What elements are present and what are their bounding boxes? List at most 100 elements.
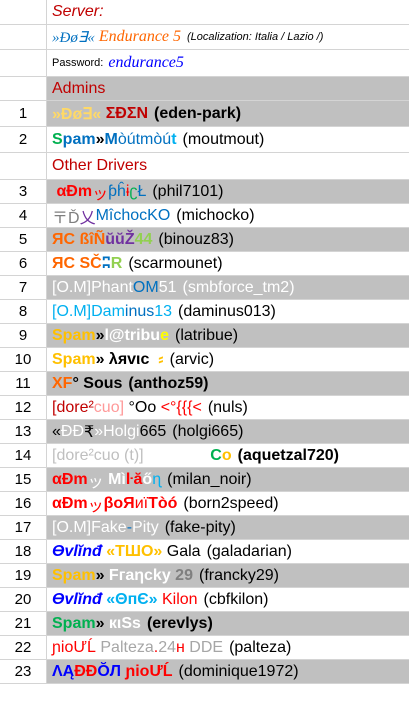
driver-login: (holgi665) [172, 422, 244, 440]
driver-row: 11 ΧF ° Sous (anthoz59) [0, 372, 409, 396]
server-name-cell[interactable]: »Ðø∃« Endurance 5 (Localization: Italia … [47, 25, 409, 49]
driver-tag-part: ƯĹ [73, 638, 96, 656]
row-number [0, 25, 47, 49]
driver-cell[interactable]: αÐm ッ βoЯ иï Tòó (born2speed) [47, 492, 409, 515]
driver-tag-part: Tòó [148, 494, 178, 512]
driver-login: (eden-park) [154, 104, 242, 122]
driver-tag-part: OM [132, 278, 159, 296]
driver-cell[interactable]: αÐm ッ ƥĥ ɨ ʗ Ł (phil7101) [47, 180, 409, 203]
driver-cell[interactable]: Spam» кιSs (erevlys) [47, 612, 409, 635]
password-cell[interactable]: Password: endurance5 [47, 50, 409, 76]
driver-tag-part: ch [113, 206, 131, 224]
driver-cell[interactable]: Ɵvlĭnđ «ΘпЄ» Kilon (cbfkilon) [47, 588, 409, 611]
driver-tag-part: Fгaηcky [108, 566, 171, 584]
driver-tag-part: Quetzal [143, 446, 211, 464]
driver-tag-part: [O.M] [52, 302, 92, 320]
driver-tag-part: ₹ [84, 423, 95, 441]
driver-tag-part: 13 [154, 302, 173, 320]
driver-tag-part: Kilon [157, 590, 198, 608]
driver-tag-part: »Ðø∃« [52, 105, 106, 123]
driver-cell[interactable]: ΛĄ ĐĐ ŎЛ ɲio ƯĹ (dominique1972) [47, 660, 409, 683]
row-number: 5 [0, 228, 47, 251]
driver-tag-part: òú [117, 130, 136, 148]
driver-row: 16 αÐm ッ βoЯ иï Tòó (born2speed) [0, 492, 409, 516]
driver-cell[interactable]: Spam» Mòú tm òú t (moutmout) [47, 127, 409, 152]
driver-login: (latribue) [174, 326, 239, 344]
driver-login: (daminus013) [178, 302, 276, 320]
driver-login: (phil7101) [152, 182, 224, 200]
driver-login: (cbfkilon) [203, 590, 269, 608]
driver-login: (scarmounet) [128, 254, 223, 272]
driver-tag-part: ɲio [121, 662, 150, 680]
driver-tag-part: DDE [184, 638, 224, 656]
driver-tag-part: cuo] [93, 398, 125, 416]
driver-tag-part: « [52, 422, 61, 440]
driver-tag-part: ŭŭŽ [105, 230, 135, 248]
driver-cell[interactable]: [O.M] Dam inus 13 (daminus013) [47, 300, 409, 323]
driver-row: 5 ЯC ßîÑ ŭŭŽ 44 (binouz83) [0, 228, 409, 252]
driver-tag-part: ő [142, 470, 153, 488]
driver-row: 9 Spam» l@tribu e (latribue) [0, 324, 409, 348]
row-number: 4 [0, 204, 47, 227]
driver-tag-part: н [175, 638, 185, 656]
driver-row: 8 [O.M] Dam inus 13 (daminus013) [0, 300, 409, 324]
driver-tag-part: Spam [52, 326, 96, 344]
driver-cell[interactable]: Spam» λяvιc ⸗ (arvic) [47, 348, 409, 371]
row-number: 19 [0, 564, 47, 587]
driver-tag-part: 24 [158, 638, 176, 656]
driver-tag-part: αÐm [52, 494, 88, 512]
driver-cell[interactable]: [O.M]Fake - Pity (fake-pity) [47, 516, 409, 539]
driver-cell[interactable]: Ɵvlĭnđ «ТШО» Gala (galadarian) [47, 540, 409, 563]
driver-cell[interactable]: 〒Ď 乂 Mî ch ocKO (michocko) [47, 204, 409, 227]
driver-tag-part: cuo (t)] [93, 446, 144, 464]
driver-cell[interactable]: [dore² cuo] °Oo <°{{{< (nuls) [47, 396, 409, 419]
driver-row: 13 «ÐÐ ₹ »Holgi 665 (holgi665) [0, 420, 409, 444]
driver-cell[interactable]: αÐm ッ Mì ŀă ő ɳ (milan_noir) [47, 468, 409, 491]
drivers-header[interactable]: Other Drivers [47, 153, 409, 179]
row-number: 1 [0, 101, 47, 126]
driver-tag-part: ʗ [129, 182, 138, 200]
driver-cell[interactable]: ЯC ßîÑ ŭŭŽ 44 (binouz83) [47, 228, 409, 251]
driver-login: (born2speed) [183, 494, 279, 512]
driver-cell[interactable]: «ÐÐ ₹ »Holgi 665 (holgi665) [47, 420, 409, 443]
driver-tag-part: ッ [87, 497, 104, 515]
driver-cell[interactable]: ΧF ° Sous (anthoz59) [47, 372, 409, 395]
server-localization: (Localization: Italia / Lazio /) [187, 31, 324, 43]
row-number: 2 [0, 127, 47, 152]
driver-tag-part: Gala [162, 542, 201, 560]
row-number: 22 [0, 636, 47, 659]
driver-tag-part: λяvιc [108, 350, 150, 368]
row-number: 21 [0, 612, 47, 635]
driver-tag-part: » [95, 130, 105, 148]
row-number: 15 [0, 468, 47, 491]
row-number: 12 [0, 396, 47, 419]
driver-tag-part: Mì [108, 470, 126, 488]
driver-cell[interactable]: [O.M]Phant OM 51 (smbforce_tm2) [47, 276, 409, 299]
driver-tag-part: Dam [91, 302, 125, 320]
driver-cell[interactable]: ɲio ƯĹ Palteza. 24 н DDE (palteza) [47, 636, 409, 659]
driver-tag-part: l@tribu [104, 326, 161, 344]
driver-cell[interactable]: »Ðø∃« ΣÐΣN (eden-park) [47, 101, 409, 126]
driver-tag-part: » [95, 326, 105, 344]
driver-tag-part: [O.M]Fake [52, 518, 127, 536]
driver-row: 3 αÐm ッ ƥĥ ɨ ʗ Ł (phil7101) [0, 180, 409, 204]
server-label[interactable]: Server: [47, 0, 409, 24]
row-number: 20 [0, 588, 47, 611]
driver-cell[interactable]: Spam» l@tribu e (latribue) [47, 324, 409, 347]
drivers-list: 3 αÐm ッ ƥĥ ɨ ʗ Ł (phil7101) 4 〒Ď 乂 Mî ch ocKO (michoc… [0, 180, 409, 684]
driver-row: 17 [O.M]Fake - Pity (fake-pity) [0, 516, 409, 540]
driver-cell[interactable]: Spam» Fгaηcky 29 (francky29) [47, 564, 409, 587]
driver-cell[interactable]: ЯC SČ ʭ R (scarmounet) [47, 252, 409, 275]
admins-header[interactable]: Admins [47, 77, 409, 100]
driver-tag-part: Ɵvlĭnđ [52, 590, 102, 608]
server-name-row: »Ðø∃« Endurance 5 (Localization: Italia … [0, 25, 409, 50]
driver-row: 2 Spam» Mòú tm òú t (moutmout) [0, 127, 409, 153]
password-row: Password: endurance5 [0, 50, 409, 77]
driver-cell[interactable]: [dore² cuo (t)] Quetzal Co (aquetzal720) [47, 444, 409, 467]
driver-tag-part: 51 [158, 278, 177, 296]
driver-row: 15 αÐm ッ Mì ŀă ő ɳ (milan_noir) [0, 468, 409, 492]
driver-login: (dominique1972) [178, 662, 299, 680]
driver-tag-part: ッ [92, 185, 109, 203]
row-number: 9 [0, 324, 47, 347]
driver-tag-part: ŎЛ [97, 662, 122, 680]
